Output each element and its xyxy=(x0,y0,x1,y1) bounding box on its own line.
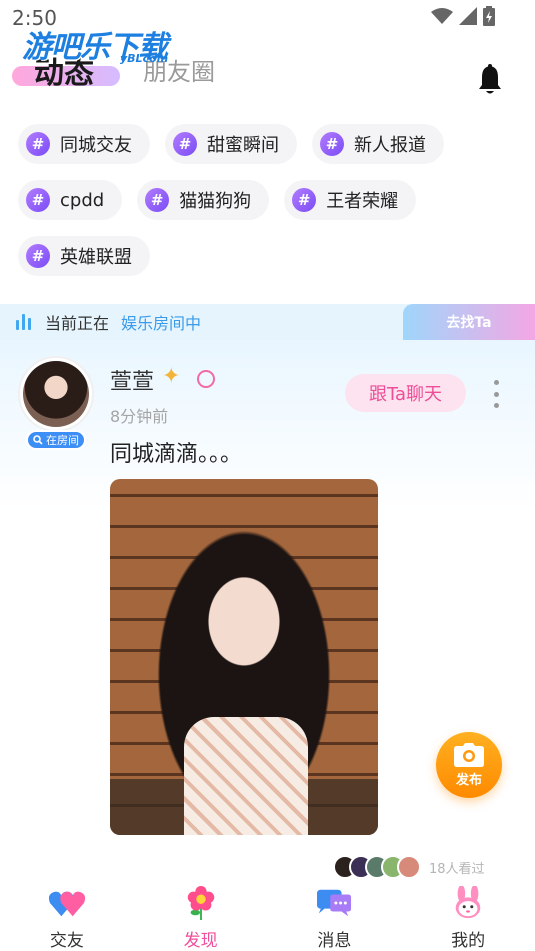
publish-label: 发布 xyxy=(455,772,482,788)
hashtag-icon: # xyxy=(26,188,50,212)
topic-chip[interactable]: # 新人报道 xyxy=(312,124,444,164)
topic-chip[interactable]: # 英雄联盟 xyxy=(18,236,150,276)
sparkle-icon: ✦ xyxy=(162,364,181,389)
chat-bubbles-icon xyxy=(317,889,352,917)
topic-label: 英雄联盟 xyxy=(60,247,132,268)
hashtag-icon: # xyxy=(292,188,317,212)
publish-button[interactable]: 发布 xyxy=(436,732,502,798)
nav-label-mine: 我的 xyxy=(451,931,486,951)
avatar-image xyxy=(23,361,89,427)
avatar[interactable]: 在房间 xyxy=(18,356,94,450)
topic-label: 甜蜜瞬间 xyxy=(207,135,279,156)
nav-item-messages[interactable]: 消息 xyxy=(268,878,402,951)
viewer-avatar xyxy=(397,855,421,879)
hashtag-icon: # xyxy=(173,132,197,156)
in-room-label: 在房间 xyxy=(46,434,79,447)
post-text: 同城滴滴。。。 xyxy=(110,442,243,467)
user-name[interactable]: 萱萱 xyxy=(110,364,154,396)
photo-dress xyxy=(184,717,308,835)
topic-label: 猫猫狗狗 xyxy=(179,191,252,212)
nav-label-messages: 消息 xyxy=(317,931,352,951)
topic-chips: # 同城交友 # 甜蜜瞬间 # 新人报道 # cpdd # 猫猫狗狗 # 王者荣… xyxy=(18,124,518,276)
in-room-badge[interactable]: 在房间 xyxy=(26,430,86,450)
viewers[interactable]: 18人看过 xyxy=(333,855,485,879)
topic-label: 王者荣耀 xyxy=(326,191,399,212)
topic-chip[interactable]: # cpdd xyxy=(18,180,123,220)
go-find-button[interactable]: 去找Ta xyxy=(403,304,535,340)
topic-chip[interactable]: # 王者荣耀 xyxy=(284,180,417,220)
hashtag-icon: # xyxy=(26,244,50,268)
topic-label: 新人报道 xyxy=(354,135,426,156)
topic-chip[interactable]: # 猫猫狗狗 xyxy=(137,180,270,220)
nav-label-discover: 发现 xyxy=(183,931,218,951)
topic-chip[interactable]: # 甜蜜瞬间 xyxy=(165,124,297,164)
topic-chip[interactable]: # 同城交友 xyxy=(18,124,150,164)
now-room-link[interactable]: 娱乐房间中 xyxy=(121,310,201,334)
camera-icon xyxy=(454,742,484,767)
flower-icon xyxy=(187,886,214,920)
nav-item-friends[interactable]: 交友 xyxy=(0,878,134,951)
now-label: 当前正在 xyxy=(45,314,110,333)
search-icon xyxy=(33,435,43,445)
nav-item-discover[interactable]: 发现 xyxy=(134,878,268,951)
nav-item-mine[interactable]: 我的 xyxy=(401,878,535,951)
feed-post-card: 在房间 萱萱 ✦ 8分钟前 跟Ta聊天 同城滴滴。。。 18人看过 xyxy=(0,340,535,880)
verified-icon xyxy=(197,370,215,388)
hashtag-icon: # xyxy=(145,188,170,212)
audio-bars-icon xyxy=(16,314,31,330)
hashtag-icon: # xyxy=(26,132,50,156)
chat-button[interactable]: 跟Ta聊天 xyxy=(345,374,466,412)
bell-icon[interactable] xyxy=(477,64,503,96)
more-options-icon[interactable] xyxy=(490,380,502,408)
topic-label: 同城交友 xyxy=(60,135,132,156)
topic-label: cpdd xyxy=(60,189,105,211)
watermark-sub: yBLcom xyxy=(120,52,169,65)
bottom-nav: 交友 发现 消息 我的 xyxy=(0,878,535,951)
post-photo[interactable] xyxy=(110,479,378,835)
hashtag-icon: # xyxy=(320,132,344,156)
post-time: 8分钟前 xyxy=(110,407,169,426)
nav-label-friends: 交友 xyxy=(49,931,84,951)
bunny-icon xyxy=(455,886,481,919)
hearts-icon xyxy=(48,891,85,917)
viewer-count: 18人看过 xyxy=(429,861,485,877)
header: 动态 朋友圈 游吧乐下载 yBLcom xyxy=(0,20,535,100)
now-in-room-bar: 当前正在 娱乐房间中 去找Ta xyxy=(0,304,535,340)
